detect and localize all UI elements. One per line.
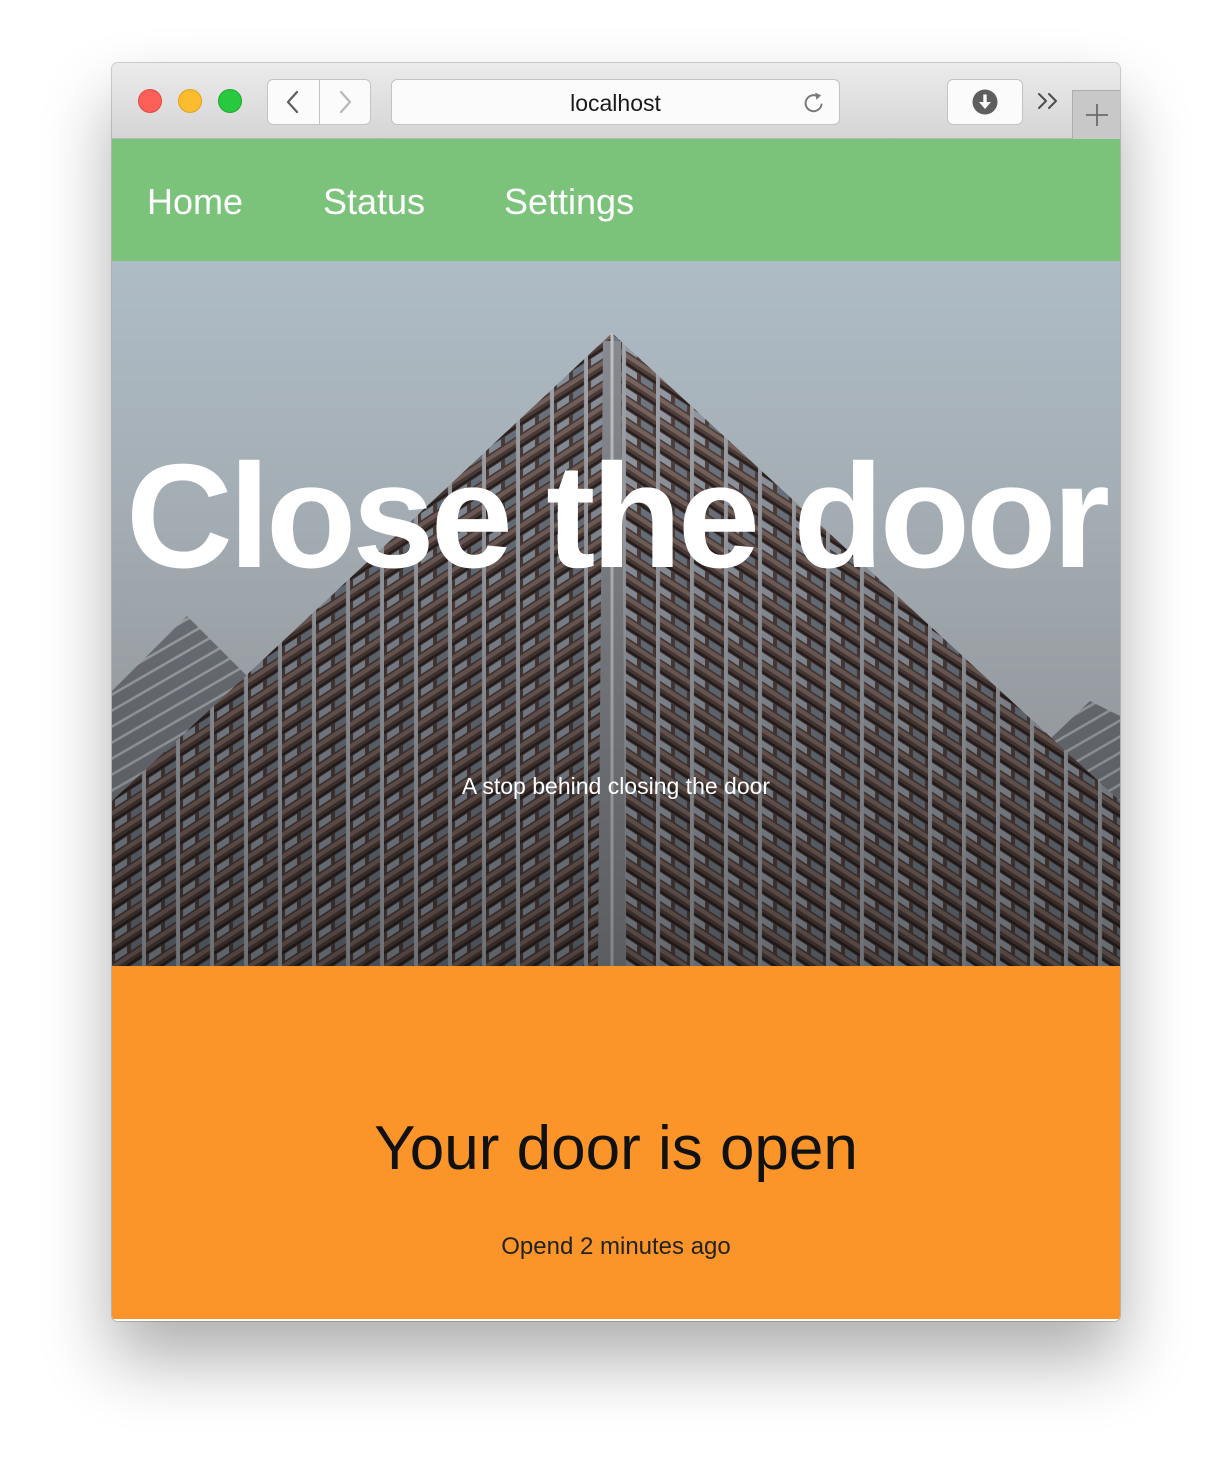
door-status-panel: Your door is open Opend 2 minutes ago — [112, 966, 1120, 1319]
web-page: Home Status Settings Close the door A st… — [112, 139, 1120, 1321]
double-chevron-right-icon[interactable] — [1034, 87, 1062, 115]
new-tab-button[interactable] — [1072, 90, 1120, 139]
site-navbar: Home Status Settings — [112, 139, 1120, 261]
hero-section: Close the door A stop behind closing the… — [112, 261, 1120, 966]
hero-title: Close the door — [125, 434, 1110, 599]
building-hero-image — [112, 261, 1120, 966]
plus-icon — [1085, 104, 1108, 126]
forward-button[interactable] — [318, 80, 371, 124]
chevron-left-icon — [287, 90, 299, 114]
door-status-heading: Your door is open — [374, 1114, 858, 1183]
close-window-button[interactable] — [138, 89, 162, 113]
reload-icon[interactable] — [801, 90, 827, 116]
zoom-window-button[interactable] — [218, 89, 242, 113]
hero-subtitle: A stop behind closing the door — [461, 773, 771, 799]
nav-link-settings[interactable]: Settings — [504, 181, 634, 223]
desktop-stage: localhost Home Status Settings Close the… — [0, 0, 1232, 1482]
history-nav-group — [267, 79, 371, 125]
nav-link-status[interactable]: Status — [323, 181, 425, 223]
chevron-right-icon — [339, 90, 351, 114]
address-bar[interactable]: localhost — [391, 79, 840, 125]
nav-link-home[interactable]: Home — [147, 181, 243, 223]
address-bar-url: localhost — [570, 90, 661, 116]
minimize-window-button[interactable] — [178, 89, 202, 113]
browser-toolbar: localhost — [112, 63, 1120, 139]
page-bottom-edge — [112, 1319, 1120, 1321]
browser-window: localhost Home Status Settings Close the… — [112, 63, 1120, 1321]
downloads-button[interactable] — [947, 79, 1023, 125]
door-status-timestamp: Opend 2 minutes ago — [501, 1233, 731, 1260]
back-button[interactable] — [268, 80, 319, 124]
download-icon — [972, 89, 998, 115]
